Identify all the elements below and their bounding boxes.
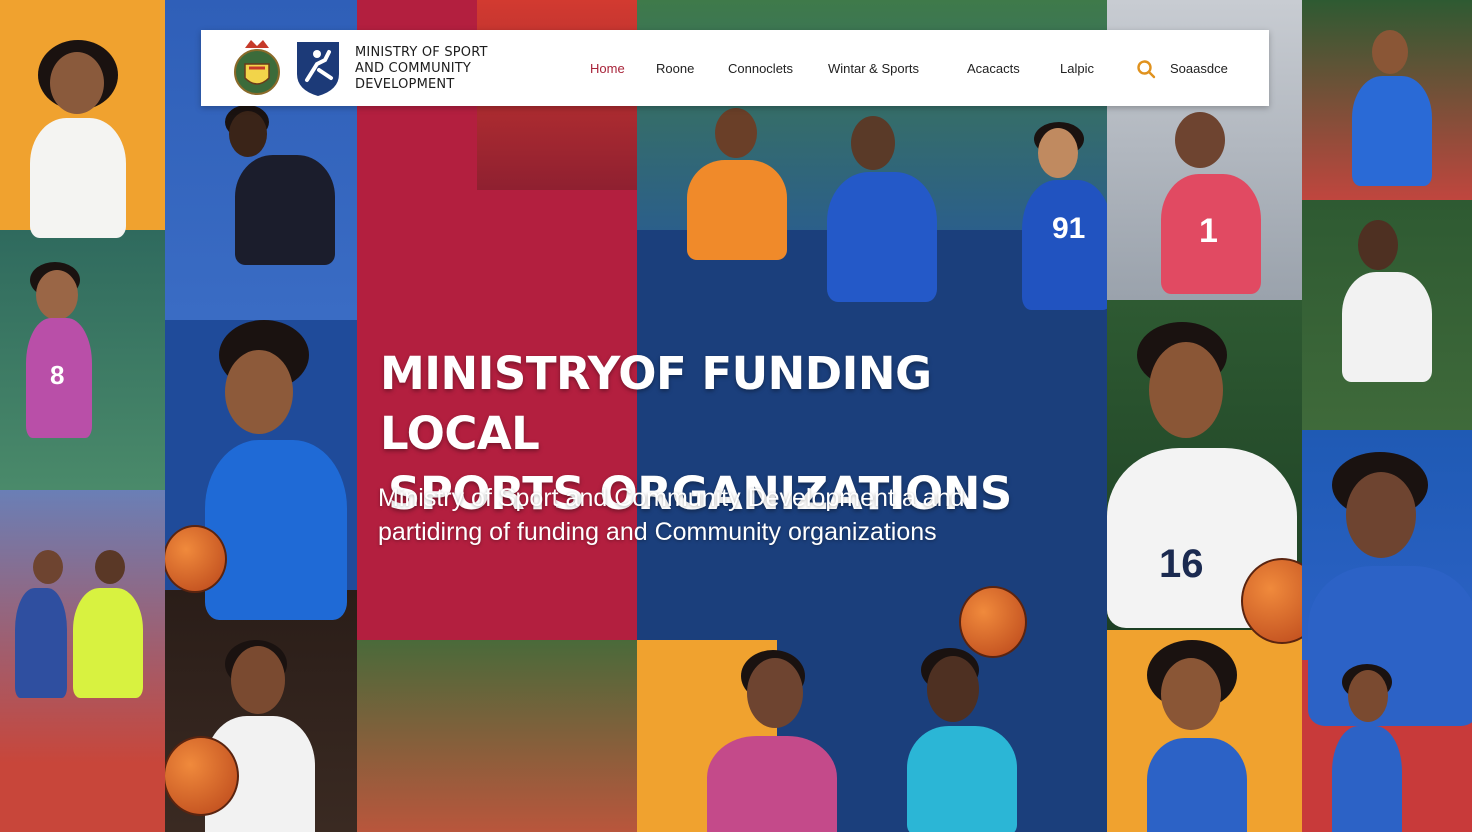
nav-link-lalpic[interactable]: Lalpic: [1060, 61, 1094, 76]
ministry-brand-name[interactable]: MINISTRY OF SPORT AND COMMUNITY DEVELOPM…: [355, 45, 515, 93]
tile-column-2: [165, 0, 357, 832]
hero-subtitle-line-1: Ministry of Sport and Community Developm…: [378, 484, 965, 512]
ministry-shield-logo[interactable]: [295, 40, 341, 98]
hero-title-line-1: MINISTRYOF FUNDING LOCAL: [380, 347, 932, 460]
nav-link-roone[interactable]: Roone: [656, 61, 694, 76]
hero-subtitle-line-2: partidirng of funding and Community orga…: [378, 518, 937, 546]
tile-column-5: 1 16: [1107, 0, 1302, 832]
jersey-number-top-right: 1: [1199, 212, 1218, 250]
jersey-number-right: 16: [1159, 542, 1204, 586]
nav-link-acacacts[interactable]: Acacacts: [967, 61, 1020, 76]
search-icon[interactable]: [1136, 59, 1156, 79]
nav-link-connoclets[interactable]: Connoclets: [728, 61, 793, 76]
jersey-number-left: 8: [50, 360, 65, 390]
top-navigation-bar: MINISTRY OF SPORT AND COMMUNITY DEVELOPM…: [201, 30, 1269, 106]
brand-line-1: MINISTRY OF SPORT: [355, 45, 488, 60]
tile-right-column: [1302, 0, 1472, 832]
search-button-label[interactable]: Soaasdce: [1170, 61, 1228, 76]
brand-line-3: DEVELOPMENT: [355, 77, 455, 92]
jersey-number-top: 91: [1052, 212, 1086, 245]
nav-link-home[interactable]: Home: [590, 61, 625, 76]
nav-link-wintar-sports[interactable]: Wintar & Sports: [828, 61, 919, 76]
coat-of-arms-icon[interactable]: [231, 38, 283, 98]
photo-running-group: [357, 640, 637, 832]
hero-subtitle: Ministry of Sport and Community Developm…: [378, 481, 1078, 549]
brand-line-2: AND COMMUNITY: [355, 61, 472, 76]
tile-left-column: 8: [0, 0, 165, 832]
